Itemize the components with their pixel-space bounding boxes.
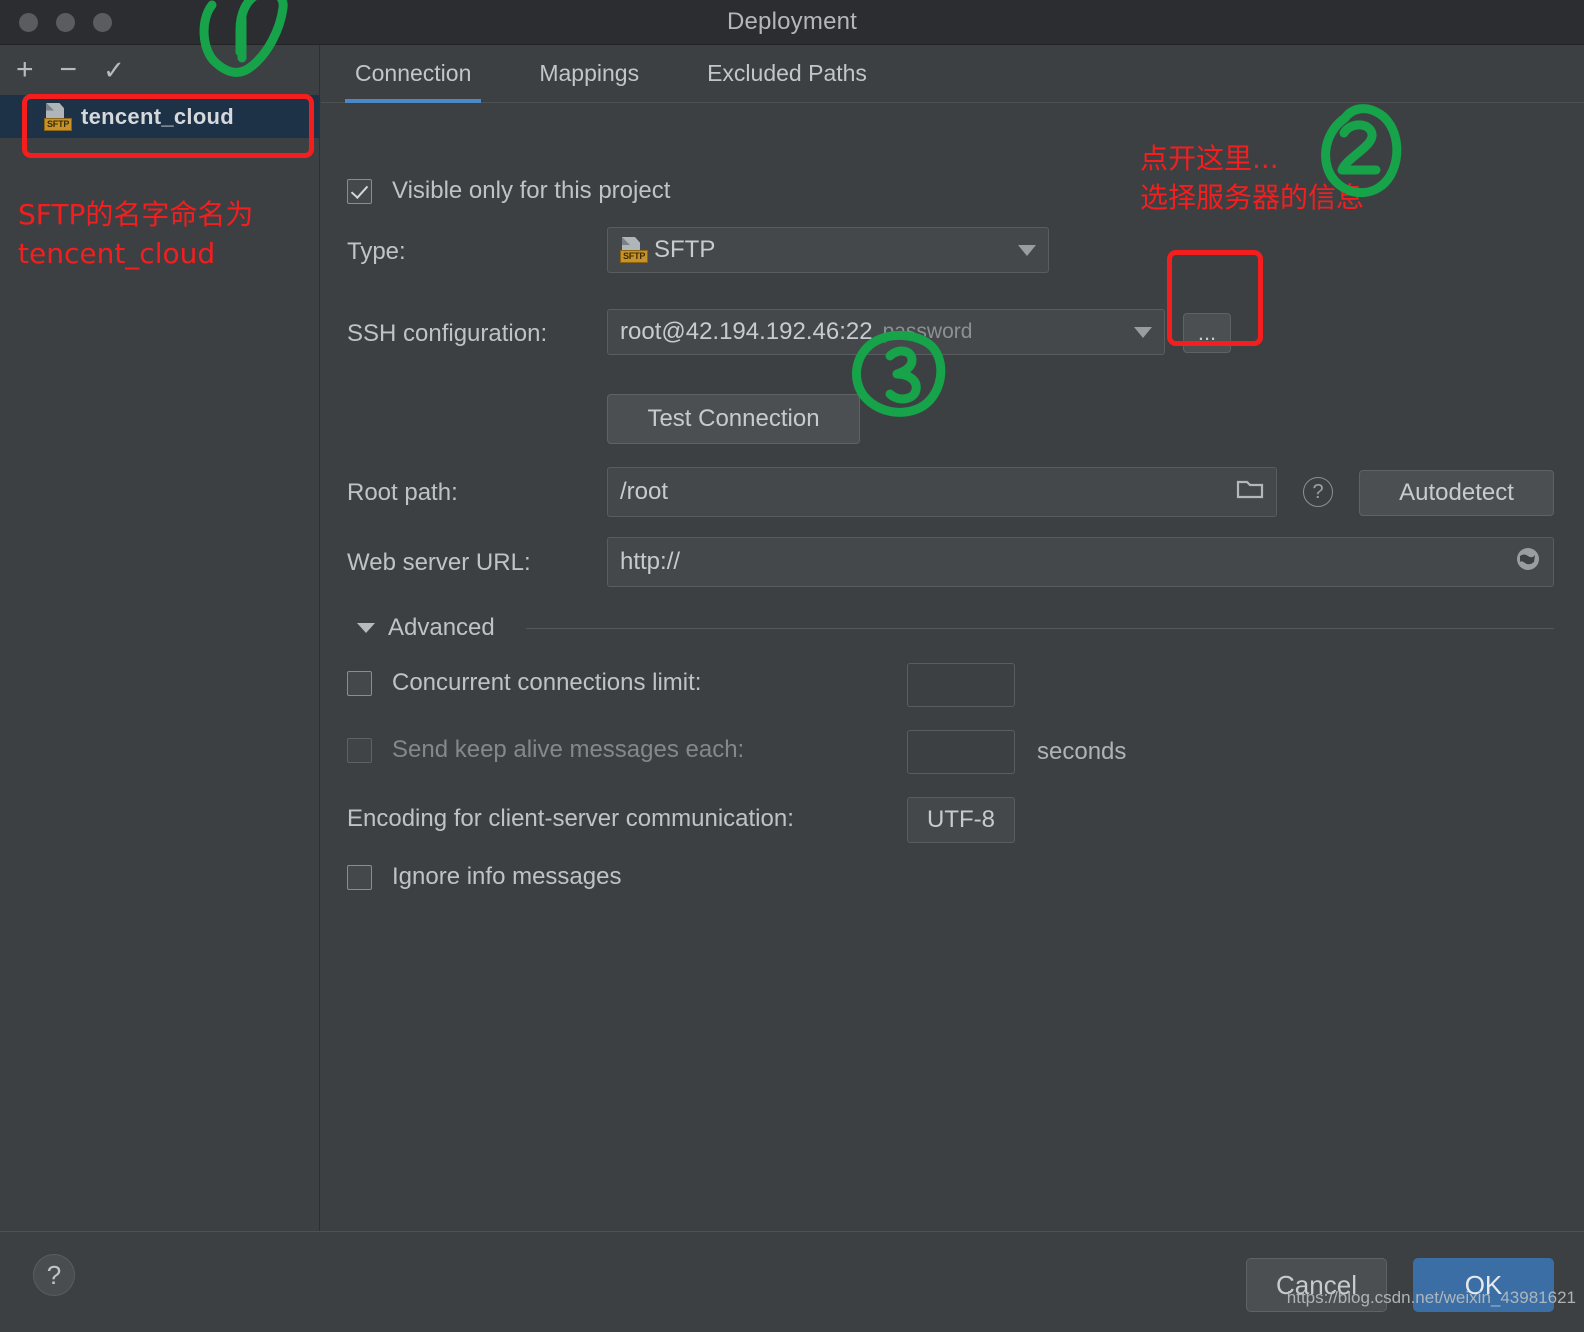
visible-only-checkbox[interactable]: [347, 178, 372, 204]
chevron-down-icon: [1134, 326, 1152, 338]
chevron-down-icon: [1018, 244, 1036, 256]
sidebar-toolbar: + − ✓: [0, 45, 319, 95]
add-icon[interactable]: +: [16, 55, 34, 85]
globe-icon[interactable]: [1515, 546, 1541, 579]
ignore-info-label: Ignore info messages: [392, 863, 622, 890]
type-dropdown[interactable]: SFTP SFTP: [607, 227, 1049, 273]
web-server-url-value: http://: [620, 548, 681, 575]
tab-connection[interactable]: Connection: [321, 45, 505, 103]
keep-alive-unit-label: seconds: [1037, 738, 1127, 765]
type-sftp-badge-label: SFTP: [620, 250, 649, 263]
advanced-divider: [525, 627, 1554, 629]
remove-icon[interactable]: −: [60, 55, 78, 85]
keep-alive-checkbox[interactable]: [347, 737, 372, 763]
web-server-url-label: Web server URL:: [347, 549, 531, 576]
help-icon[interactable]: ?: [33, 1254, 75, 1296]
ssh-configuration-value: root@42.194.192.46:22: [620, 318, 873, 345]
annotation-box-ssh-browse: [1167, 250, 1263, 346]
web-server-url-input[interactable]: http://: [607, 537, 1554, 587]
annotation-sidebar-note: SFTP的名字命名为 tencent_cloud: [18, 198, 254, 270]
concurrent-connections-row: Concurrent connections limit:: [347, 669, 701, 697]
watermark: https://blog.csdn.net/weixin_43981621: [1286, 1288, 1576, 1307]
keep-alive-row: Send keep alive messages each:: [347, 736, 744, 764]
ignore-info-checkbox[interactable]: [347, 864, 372, 890]
visible-only-label: Visible only for this project: [392, 177, 671, 204]
ssh-auth-type: password: [882, 320, 973, 343]
type-value: SFTP: [654, 236, 716, 263]
advanced-section-header[interactable]: Advanced: [357, 614, 1554, 642]
root-path-help-icon[interactable]: ?: [1303, 477, 1333, 507]
ssh-configuration-dropdown[interactable]: root@42.194.192.46:22 password: [607, 309, 1165, 355]
folder-icon[interactable]: [1236, 478, 1264, 507]
keep-alive-label: Send keep alive messages each:: [392, 736, 745, 763]
tab-bar: Connection Mappings Excluded Paths: [321, 45, 1584, 103]
dialog-footer: ? Cancel OK https://blog.csdn.net/weixin…: [0, 1231, 1584, 1332]
root-path-value: /root: [620, 478, 669, 505]
tab-excluded-paths[interactable]: Excluded Paths: [673, 45, 901, 102]
annotation-ssh-note: 点开这里... 选择服务器的信息: [1140, 142, 1365, 214]
concurrent-connections-input[interactable]: [907, 663, 1015, 707]
type-label: Type:: [347, 238, 406, 265]
apply-check-icon[interactable]: ✓: [103, 57, 125, 83]
concurrent-connections-checkbox[interactable]: [347, 670, 372, 696]
root-path-label: Root path:: [347, 479, 458, 506]
window-title: Deployment: [726, 8, 858, 35]
encoding-label: Encoding for client-server communication…: [347, 805, 794, 832]
type-sftp-icon: SFTP: [620, 237, 649, 263]
tab-mappings[interactable]: Mappings: [505, 45, 673, 102]
ignore-info-row: Ignore info messages: [347, 863, 621, 891]
test-connection-button[interactable]: Test Connection: [607, 394, 860, 444]
keep-alive-input[interactable]: [907, 730, 1015, 774]
ssh-configuration-label: SSH configuration:: [347, 320, 548, 347]
window-title-bar: Deployment: [0, 0, 1584, 45]
advanced-label: Advanced: [388, 614, 495, 641]
concurrent-connections-label: Concurrent connections limit:: [392, 669, 702, 696]
encoding-dropdown[interactable]: UTF-8: [907, 797, 1015, 843]
chevron-down-icon: [357, 623, 375, 633]
visible-only-row: Visible only for this project: [347, 177, 670, 205]
annotation-box-sidebar-item: [22, 94, 314, 158]
autodetect-button[interactable]: Autodetect: [1359, 470, 1554, 516]
root-path-input[interactable]: /root: [607, 467, 1277, 517]
main-panel: Connection Mappings Excluded Paths Visib…: [321, 45, 1584, 1232]
